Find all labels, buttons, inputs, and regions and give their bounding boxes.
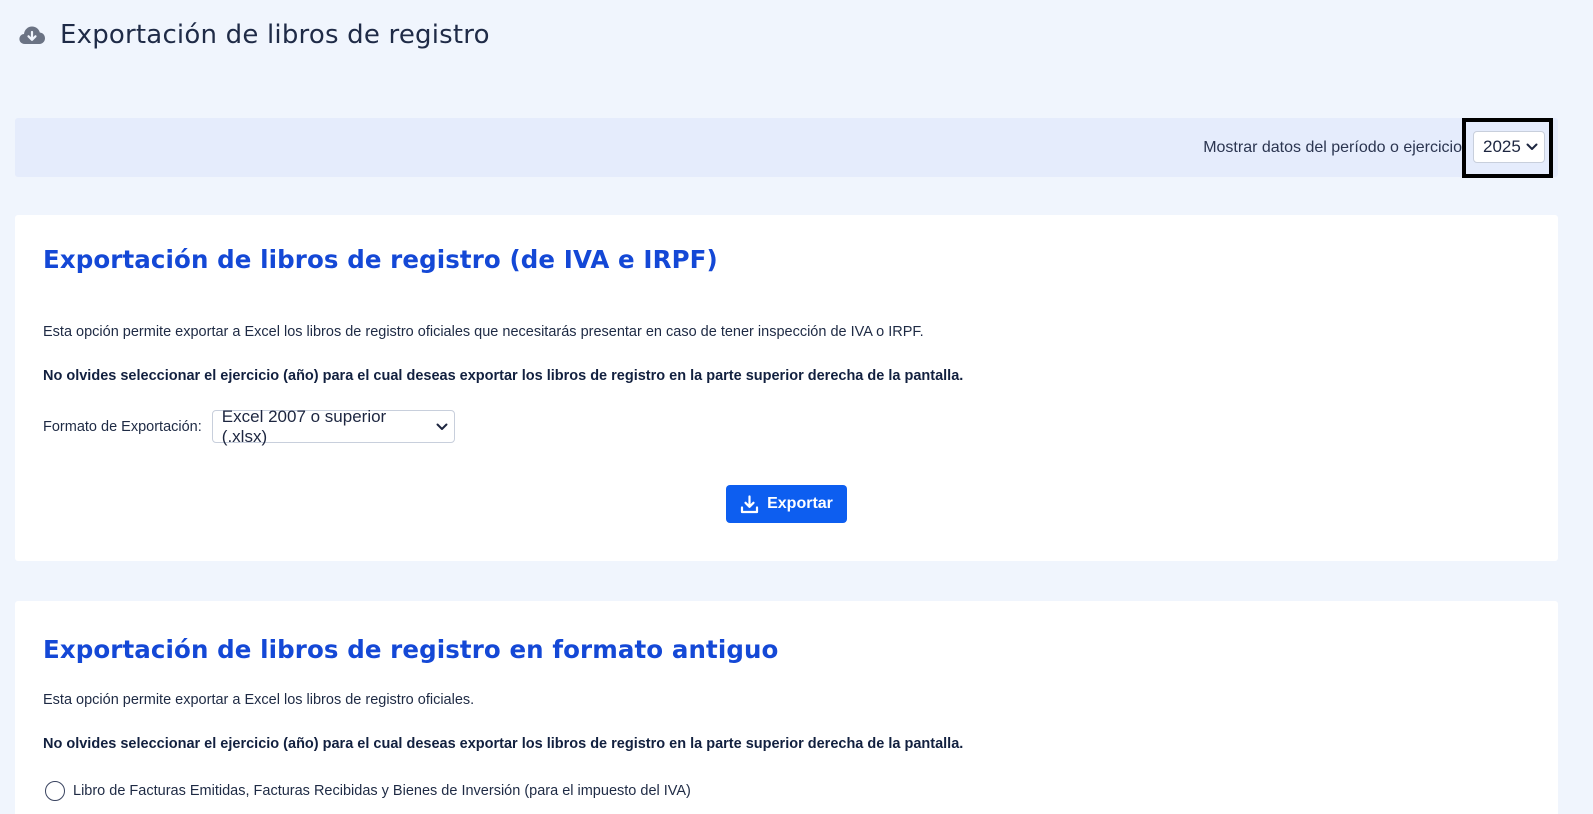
section-title: Exportación de libros de registro (de IV… <box>43 245 718 274</box>
page: Exportación de libros de registro Mostra… <box>0 0 1593 814</box>
period-select[interactable]: 2025 <box>1473 131 1545 163</box>
period-bar: Mostrar datos del período o ejercicio <box>15 118 1558 177</box>
radio-label: Libro de Facturas Emitidas, Facturas Rec… <box>73 783 691 799</box>
period-select-highlight: 2025 <box>1462 118 1553 178</box>
section-description: Esta opción permite exportar a Excel los… <box>43 692 475 708</box>
page-header: Exportación de libros de registro <box>18 20 490 50</box>
format-row: Formato de Exportación: Excel 2007 o sup… <box>43 407 455 446</box>
page-title: Exportación de libros de registro <box>60 20 490 50</box>
period-select-value: 2025 <box>1483 137 1521 156</box>
chevron-down-icon <box>436 423 448 430</box>
section-title: Exportación de libros de registro en for… <box>43 635 779 664</box>
card-iva-irpf: Exportación de libros de registro (de IV… <box>15 215 1558 561</box>
card-old-format: Exportación de libros de registro en for… <box>15 601 1558 814</box>
export-button[interactable]: Exportar <box>726 485 847 523</box>
chevron-down-icon <box>1526 143 1538 150</box>
format-select-value: Excel 2007 o superior (.xlsx) <box>221 406 387 446</box>
section-reminder: No olvides seleccionar el ejercicio (año… <box>43 736 964 752</box>
radio-option[interactable]: Libro de Facturas Emitidas, Facturas Rec… <box>45 781 691 801</box>
section-reminder: No olvides seleccionar el ejercicio (año… <box>43 368 964 384</box>
download-icon <box>740 494 759 513</box>
format-label: Formato de Exportación: <box>43 418 202 435</box>
radio-button[interactable] <box>45 781 65 801</box>
section-description: Esta opción permite exportar a Excel los… <box>43 324 924 340</box>
format-select[interactable]: Excel 2007 o superior (.xlsx) <box>211 407 455 446</box>
cloud-download-icon <box>19 26 45 44</box>
export-button-label: Exportar <box>767 495 833 512</box>
period-label: Mostrar datos del período o ejercicio <box>1203 139 1462 156</box>
